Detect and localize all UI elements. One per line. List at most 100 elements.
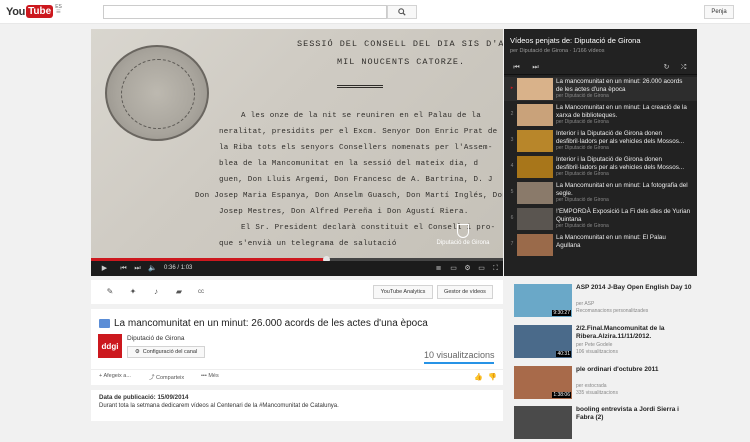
captions-icon[interactable]: ▭ (449, 264, 458, 273)
playlist-title[interactable]: Vídeos penjats de: Diputació de Girona (510, 36, 691, 45)
playlist-item-title: Interior i la Diputació de Girona donen … (556, 130, 685, 145)
related-thumbnail[interactable]: 1:38:06 (514, 366, 572, 399)
related-thumbnail[interactable] (514, 406, 572, 439)
logo-tube: Tube (26, 5, 54, 18)
related-duration: 9:30:27 (552, 310, 571, 316)
volume-icon[interactable]: 🔈 (148, 264, 157, 273)
doc-line: Don Josep Maria Espanya, Don Anselm Guas… (195, 192, 503, 200)
upload-button[interactable]: Penja (704, 5, 734, 19)
playlist-item[interactable]: 6 !'EMPORDÀ Exposició La Fi dels dies de … (504, 207, 697, 231)
playlist-item[interactable]: 4 Interior i la Diputació de Girona donen… (504, 155, 697, 179)
fullscreen-icon[interactable]: ⛶ (491, 264, 500, 273)
related-video[interactable]: 9:30:27 ASP 2014 J-Bay Open English Day 1… (514, 284, 697, 320)
playlist-icon[interactable]: ≣ (434, 264, 443, 273)
playlist-item-index: 2 (510, 111, 514, 117)
youtube-logo[interactable]: You Tube ES (6, 4, 62, 19)
related-meta: 335 visualitzacions (576, 390, 618, 396)
playlist-item-text: Interior i la Diputació de Girona donen … (556, 156, 691, 178)
related-duration: 1:38:06 (552, 392, 571, 398)
playlist-item-author: per Diputació de Girona (556, 145, 609, 151)
playlist-item-thumbnail (517, 104, 553, 126)
add-to-button[interactable]: + Afegeix a... (99, 373, 131, 379)
shuffle-icon[interactable]: ⤮ (679, 63, 688, 72)
playlist-item-text: La Mancomunitat en un minut: El Palau Ag… (556, 234, 691, 249)
related-video[interactable]: 1:38:06 ple ordinari d'octubre 2011 per es… (514, 366, 697, 402)
share-button[interactable]: ⤴ Comparteix (149, 373, 184, 381)
related-title[interactable]: 2/2.Final.Mancomunitat de la Ribera.Alzi… (576, 325, 697, 340)
view-bar (424, 362, 494, 364)
playlist-item[interactable]: 5 La Mancomunitat en un minut: La fotogra… (504, 181, 697, 205)
video-manager-button[interactable]: Gestor de vídeos (437, 285, 493, 299)
playlist-items: ▸ La mancomunitat en un minut: 26.000 aco… (504, 77, 697, 257)
dislike-icon[interactable]: 👎 (488, 373, 497, 381)
related-title[interactable]: ASP 2014 J-Bay Open English Day 10 (576, 284, 697, 292)
related-thumbnail[interactable]: 40:31 (514, 325, 572, 358)
masthead: You Tube ES ≡ Penja (0, 0, 750, 24)
related-author: per Pete Godele (576, 342, 613, 348)
enhance-icon[interactable]: ✦ (128, 287, 138, 297)
playlist-item-title: !'EMPORDÀ Exposició La Fi dels dies de Y… (556, 208, 691, 223)
watermark-logo: Diputació de Girona (433, 224, 493, 246)
crest-icon (457, 224, 469, 238)
previous-icon[interactable]: ⏮ (119, 264, 128, 273)
related-author: per ASP (576, 301, 595, 307)
search-icon (398, 8, 406, 16)
related-thumbnail[interactable]: 9:30:27 (514, 284, 572, 317)
playlist-item-author: per Diputació de Girona (556, 119, 609, 125)
playlist-item-index: 7 (510, 241, 514, 247)
loop-icon[interactable]: ↻ (662, 63, 671, 72)
view-bar-fill (424, 362, 494, 364)
theater-icon[interactable]: ▭ (477, 264, 486, 273)
guide-menu-icon[interactable]: ≡ (56, 8, 66, 16)
playlist-item[interactable]: 3 Interior i la Diputació de Girona donen… (504, 129, 697, 153)
video-player[interactable]: SESSIÓ DEL CONSELL DEL DIA SIS D'ABRIL D… (91, 29, 503, 276)
playlist-controls: ⏮ ⏭ ↻ ⤮ (504, 61, 697, 75)
playlist-item-text: La mancomunitat en un minut: 26.000 acor… (556, 78, 691, 100)
channel-settings-label: Configuració del canal (142, 349, 198, 355)
playlist-next-icon[interactable]: ⏭ (531, 63, 540, 72)
playlist-item-index: 5 (510, 189, 514, 195)
playlist-item[interactable]: 2 La Mancomunitat en un minut: La creació… (504, 103, 697, 127)
channel-settings-button[interactable]: ⚙ Configuració del canal (127, 346, 205, 358)
more-button[interactable]: ••• Més (201, 373, 219, 379)
playlist-item-author: per Diputació de Girona (556, 171, 609, 177)
doc-line: A les onze de la nit se reuniren en el P… (241, 112, 482, 120)
related-video[interactable]: booling entrevista a Jordi Sierra i Fabr… (514, 406, 697, 442)
playlist-header: Vídeos penjats de: Diputació de Girona p… (504, 29, 697, 61)
playlist-item-text: !'EMPORDÀ Exposició La Fi dels dies de Y… (556, 208, 691, 230)
next-icon[interactable]: ⏭ (133, 264, 142, 273)
channel-name[interactable]: Diputació de Girona (127, 335, 184, 342)
related-video[interactable]: 40:31 2/2.Final.Mancomunitat de la Ribera… (514, 325, 697, 361)
seal-stamp (105, 45, 209, 141)
playlist-item-thumbnail (517, 130, 553, 152)
description-box: Data de publicació: 15/09/2014 Durant to… (91, 390, 503, 421)
more-label: Més (208, 373, 219, 379)
time-current: 0:36 (164, 265, 176, 271)
video-frame: SESSIÓ DEL CONSELL DEL DIA SIS D'ABRIL D… (91, 29, 503, 258)
time-display: 0:36 / 1:03 (164, 265, 193, 271)
playlist-item-thumbnail (517, 234, 553, 256)
channel-avatar[interactable]: ddgi (98, 334, 122, 358)
playlist-item-title: Interior i la Diputació de Girona donen … (556, 156, 685, 171)
playlist-item[interactable]: ▸ La mancomunitat en un minut: 26.000 aco… (504, 77, 697, 101)
doc-line: Josep Mestres, Don Alfred Pereña i Don A… (219, 208, 469, 216)
playlist-prev-icon[interactable]: ⏮ (512, 63, 521, 72)
like-icon[interactable]: 👍 (474, 373, 483, 381)
publish-date: Data de publicació: 15/09/2014 (99, 394, 189, 401)
playlist-item-index: ▸ (510, 85, 514, 91)
playlist-item[interactable]: 7 La Mancomunitat en un minut: El Palau A… (504, 233, 697, 257)
related-title[interactable]: ple ordinari d'octubre 2011 (576, 366, 697, 374)
captions-edit-icon[interactable]: cc (196, 287, 206, 297)
playlist-item-thumbnail (517, 78, 553, 100)
audio-icon[interactable]: ♪ (151, 287, 161, 297)
share-icon: ⤴ (149, 375, 157, 381)
settings-icon[interactable]: ⚙ (463, 264, 472, 273)
play-icon[interactable]: ▶ (100, 264, 109, 273)
related-title[interactable]: booling entrevista a Jordi Sierra i Fabr… (576, 406, 697, 421)
annotations-icon[interactable]: ▰ (174, 287, 184, 297)
youtube-analytics-button[interactable]: YouTube Analytics (373, 285, 433, 299)
related-meta: Recomanacions personalitzades (576, 308, 649, 314)
search-input[interactable] (103, 5, 387, 19)
search-button[interactable] (387, 5, 417, 19)
edit-icon[interactable]: ✎ (105, 287, 115, 297)
